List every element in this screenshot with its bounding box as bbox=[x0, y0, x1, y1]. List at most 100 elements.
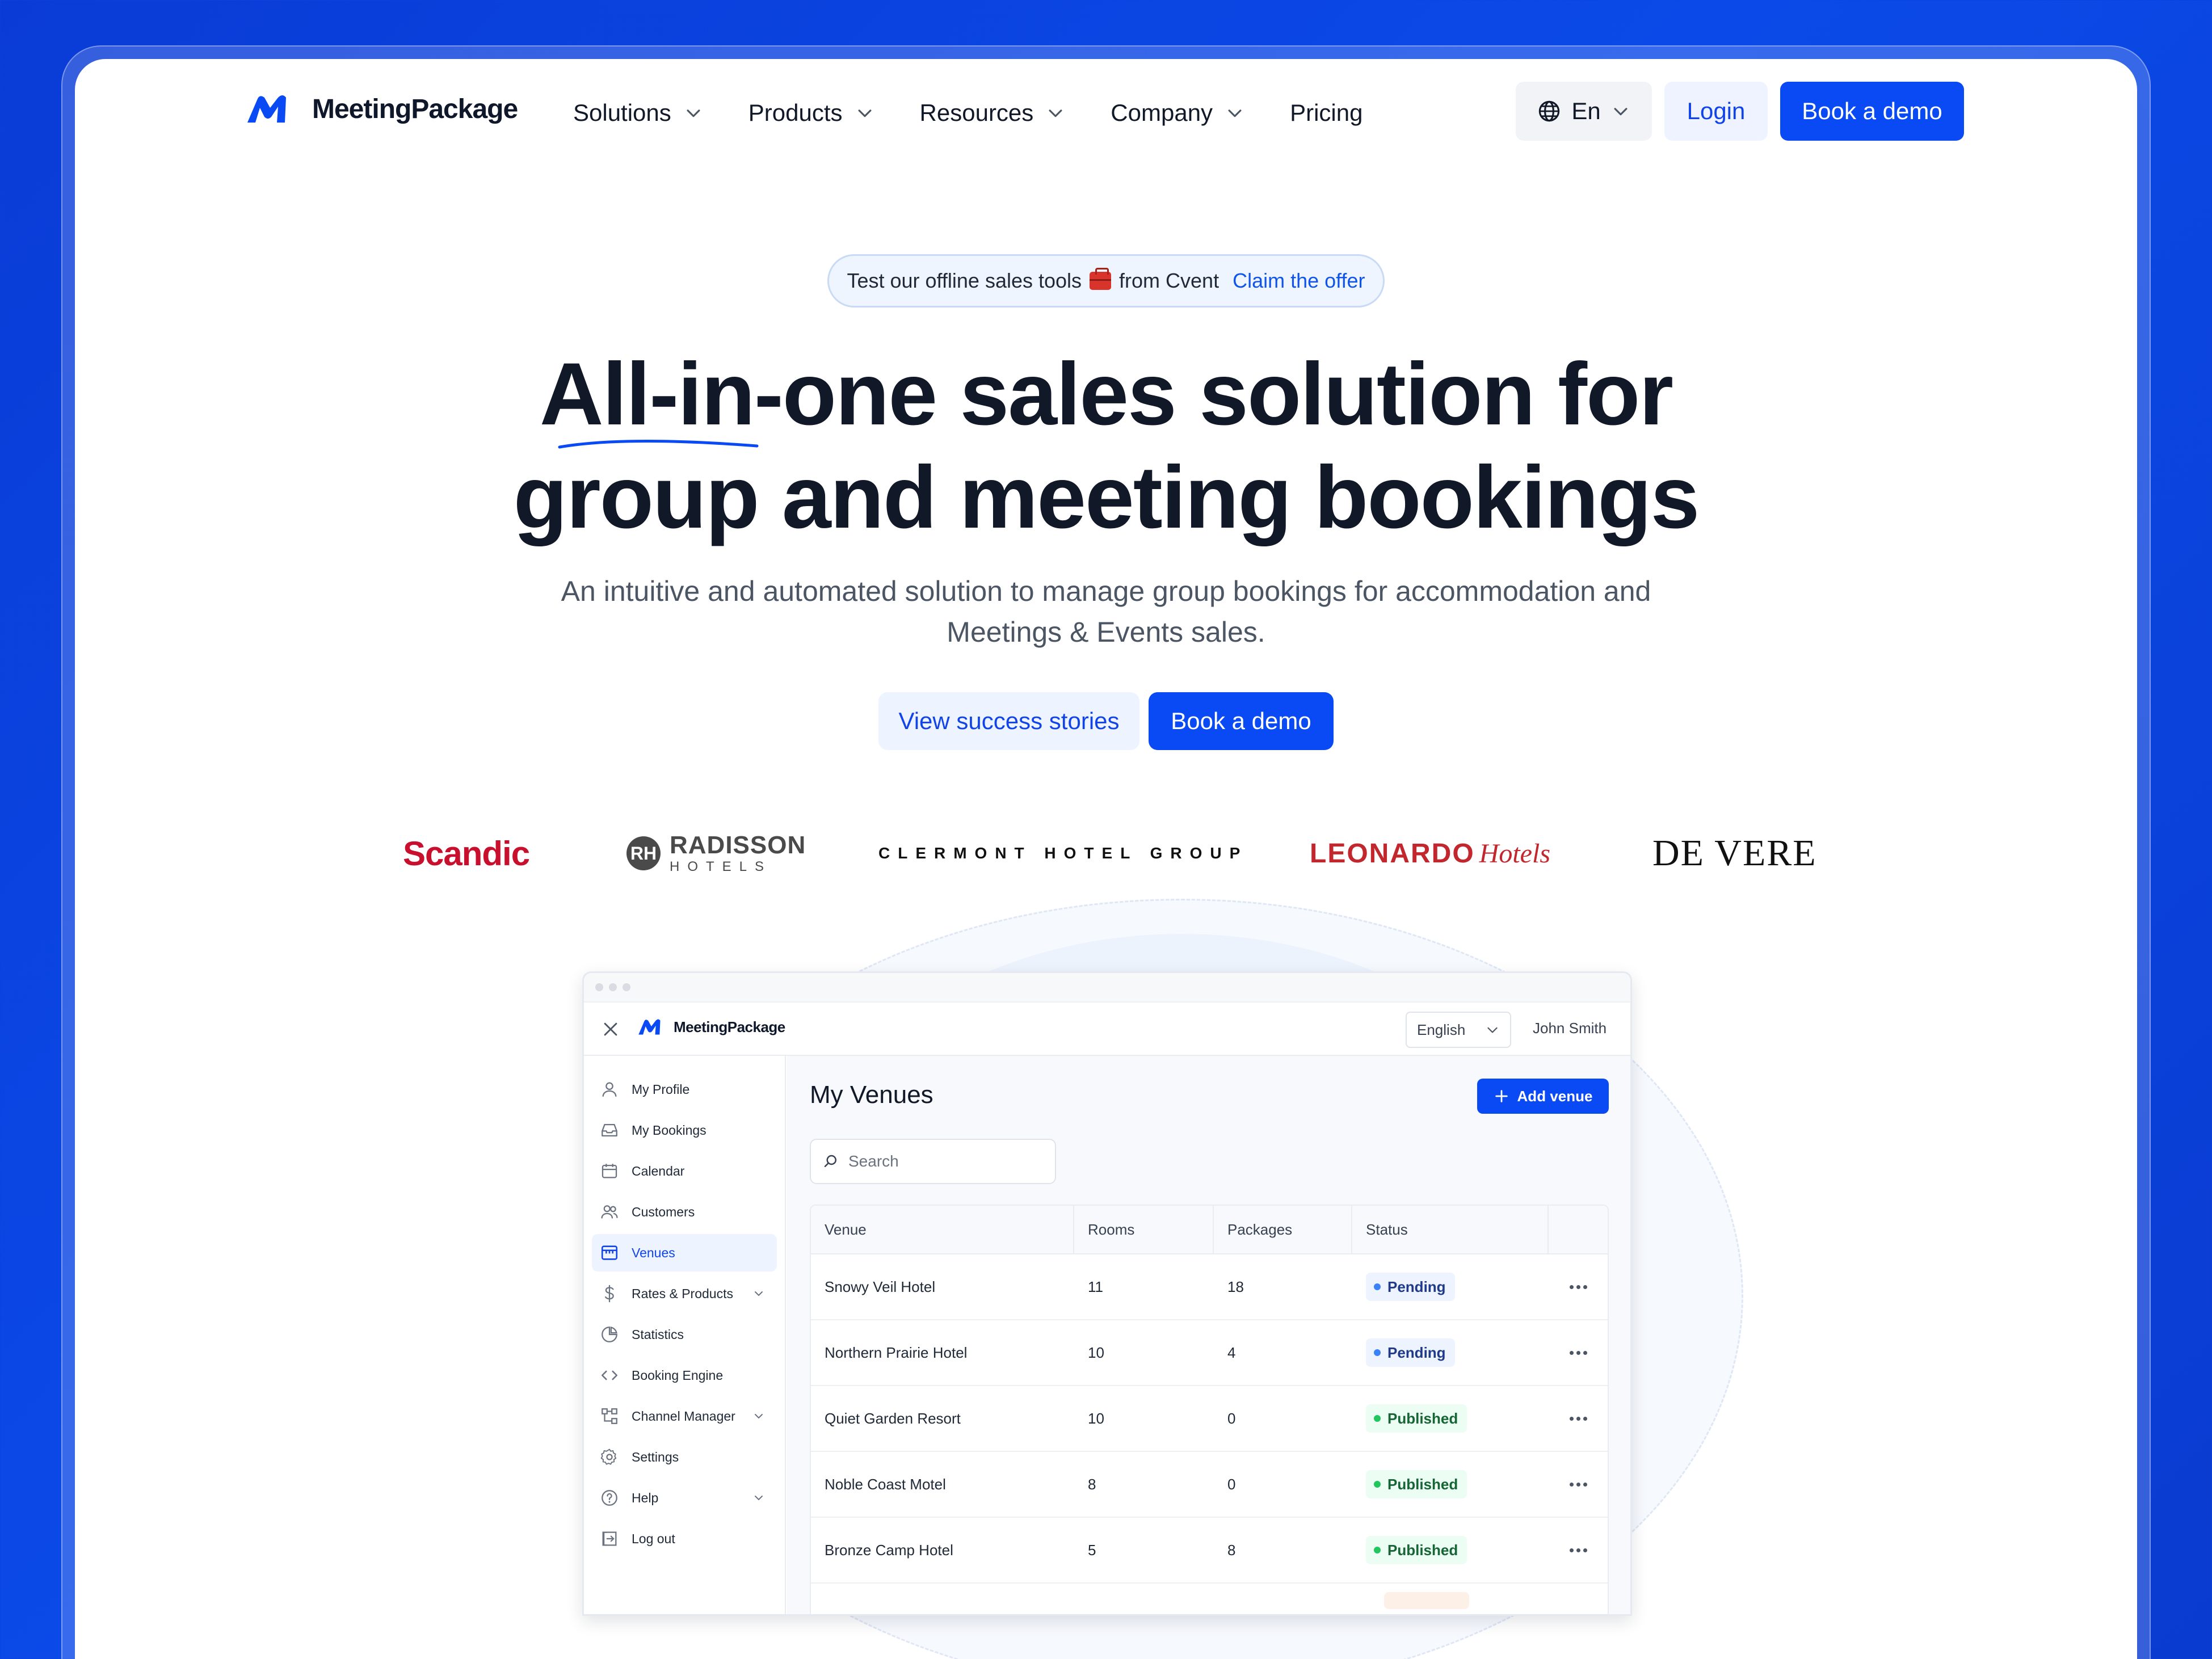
chevron-down-icon bbox=[1228, 110, 1242, 117]
login-button[interactable]: Login bbox=[1664, 82, 1768, 141]
venues-table: Venue Rooms Packages Status Snowy Veil H… bbox=[810, 1205, 1609, 1614]
add-venue-button[interactable]: Add venue bbox=[1477, 1079, 1609, 1114]
table-row[interactable]: Noble Coast Motel 8 0 Published bbox=[811, 1452, 1608, 1518]
top-nav: MeetingPackage Solutions Products Resour… bbox=[75, 59, 2137, 161]
sidebar-item-venues[interactable]: Venues bbox=[592, 1234, 777, 1271]
nav-company[interactable]: Company bbox=[1111, 94, 1244, 132]
column-header-packages[interactable]: Packages bbox=[1214, 1206, 1352, 1253]
brand-name: MeetingPackage bbox=[312, 94, 518, 124]
radisson-sub: HOTELS bbox=[670, 859, 772, 874]
chevron-down-icon bbox=[755, 1414, 763, 1419]
column-header-status[interactable]: Status bbox=[1352, 1206, 1549, 1253]
headline-line-1: All-in-one sales solution for bbox=[539, 345, 1673, 444]
table-row[interactable]: Bronze Camp Hotel 5 8 Published bbox=[811, 1518, 1608, 1584]
radisson-logo: RH RADISSON HOTELS bbox=[626, 814, 806, 893]
app-language-select[interactable]: English bbox=[1406, 1012, 1511, 1048]
cell-rooms: 10 bbox=[1088, 1409, 1104, 1427]
status-text: Published bbox=[1387, 1409, 1458, 1427]
window-dot bbox=[609, 983, 617, 991]
logo-mark-icon bbox=[247, 95, 286, 123]
promo-text-before: Test our offline sales tools bbox=[847, 269, 1082, 292]
clermont-logo: CLERMONT HOTEL GROUP bbox=[878, 844, 1248, 862]
client-logos: Scandic RH RADISSON HOTELS CLERMONT HOTE… bbox=[75, 814, 2137, 893]
leonardo-sub: Hotels bbox=[1479, 838, 1550, 869]
users-icon bbox=[601, 1205, 618, 1219]
sidebar-item-log-out[interactable]: Log out bbox=[592, 1520, 777, 1557]
hero-headline: All-in-one sales solution for group and … bbox=[75, 343, 2137, 549]
pie-chart-icon bbox=[602, 1327, 617, 1342]
claim-offer-link[interactable]: Claim the offer bbox=[1233, 269, 1365, 293]
column-header-venue[interactable]: Venue bbox=[811, 1206, 1074, 1253]
brand-logo[interactable]: MeetingPackage bbox=[245, 93, 518, 125]
sidebar-item-rates-products[interactable]: Rates & Products bbox=[592, 1275, 777, 1312]
book-demo-button[interactable]: Book a demo bbox=[1780, 82, 1964, 141]
nav-solutions[interactable]: Solutions bbox=[573, 94, 703, 132]
sidebar-item-settings[interactable]: Settings bbox=[592, 1438, 777, 1476]
search-icon bbox=[824, 1155, 836, 1167]
user-name[interactable]: John Smith bbox=[1533, 1020, 1607, 1037]
user-icon bbox=[602, 1082, 617, 1097]
more-options-icon[interactable] bbox=[1569, 1548, 1587, 1552]
nav-links: Solutions Products Resources Company Pri… bbox=[573, 94, 1408, 132]
status-badge: Published bbox=[1366, 1470, 1467, 1498]
help-icon bbox=[602, 1490, 617, 1506]
cell-rooms: 11 bbox=[1088, 1278, 1103, 1295]
logo-mark-icon bbox=[638, 1019, 661, 1035]
chevron-down-icon bbox=[858, 110, 872, 117]
language-selector[interactable]: En bbox=[1516, 82, 1652, 141]
nav-pricing[interactable]: Pricing bbox=[1290, 94, 1362, 132]
view-success-stories-button[interactable]: View success stories bbox=[878, 692, 1139, 750]
promo-text-after: from Cvent bbox=[1119, 269, 1219, 292]
sidebar-item-customers[interactable]: Customers bbox=[592, 1193, 777, 1231]
table-row[interactable]: Quiet Garden Resort 10 0 Published bbox=[811, 1386, 1608, 1452]
search-input[interactable]: Search bbox=[810, 1139, 1056, 1184]
status-text: Pending bbox=[1387, 1278, 1446, 1295]
sidebar-label: Statistics bbox=[632, 1327, 684, 1342]
sidebar-item-statistics[interactable]: Statistics bbox=[592, 1316, 777, 1353]
more-options-icon[interactable] bbox=[1569, 1285, 1587, 1289]
close-icon[interactable] bbox=[601, 1020, 620, 1039]
window-titlebar bbox=[584, 973, 1630, 1003]
app-preview: MeetingPackage English John Smith My Pro… bbox=[582, 971, 1632, 1616]
sidebar-item-my-profile[interactable]: My Profile bbox=[592, 1071, 777, 1108]
devere-logo: DE VERE bbox=[1652, 832, 1817, 874]
nav-pricing-label: Pricing bbox=[1290, 99, 1363, 126]
promo-banner[interactable]: Test our offline sales tools from Cvent … bbox=[827, 254, 1385, 308]
table-row[interactable]: Snowy Veil Hotel 11 18 Pending bbox=[811, 1254, 1608, 1320]
column-header-rooms[interactable]: Rooms bbox=[1074, 1206, 1214, 1253]
column-header-actions bbox=[1549, 1206, 1608, 1253]
sidebar-item-booking-engine[interactable]: Booking Engine bbox=[592, 1357, 777, 1394]
hero-cta-row: View success stories Book a demo bbox=[75, 692, 2137, 750]
inbox-icon bbox=[602, 1123, 617, 1137]
sidebar-item-my-bookings[interactable]: My Bookings bbox=[592, 1111, 777, 1149]
status-text: Published bbox=[1387, 1541, 1458, 1559]
logout-icon bbox=[602, 1531, 617, 1546]
table-header: Venue Rooms Packages Status bbox=[811, 1206, 1608, 1254]
app-main: My Venues Add venue Search Venue Rooms P… bbox=[787, 1056, 1630, 1614]
hero-subtext: An intuitive and automated solution to m… bbox=[561, 575, 1651, 648]
window-dot bbox=[595, 983, 603, 991]
status-badge: Published bbox=[1366, 1536, 1467, 1564]
app-logo: MeetingPackage bbox=[637, 1017, 785, 1037]
globe-icon bbox=[1539, 100, 1560, 122]
window-dot bbox=[623, 983, 630, 991]
calendar-icon bbox=[602, 1164, 617, 1178]
chevron-down-icon bbox=[755, 1291, 763, 1296]
hero-book-demo-button[interactable]: Book a demo bbox=[1149, 692, 1334, 750]
nav-resources[interactable]: Resources bbox=[920, 94, 1066, 132]
cell-packages: 0 bbox=[1227, 1475, 1236, 1493]
sidebar-label: Venues bbox=[632, 1245, 675, 1260]
sidebar-item-channel-manager[interactable]: Channel Manager bbox=[592, 1397, 777, 1435]
sidebar-item-calendar[interactable]: Calendar bbox=[592, 1152, 777, 1190]
more-options-icon[interactable] bbox=[1569, 1350, 1587, 1355]
app-header: MeetingPackage English John Smith bbox=[584, 1003, 1630, 1056]
store-icon bbox=[601, 1245, 618, 1260]
sidebar-item-help[interactable]: Help bbox=[592, 1479, 777, 1517]
nav-actions: En Login Book a demo bbox=[1516, 82, 1964, 141]
cell-rooms: 10 bbox=[1088, 1344, 1104, 1361]
table-row[interactable]: Northern Prairie Hotel 10 4 Pending bbox=[811, 1320, 1608, 1386]
more-options-icon[interactable] bbox=[1569, 1416, 1587, 1421]
nav-products[interactable]: Products bbox=[748, 94, 874, 132]
cell-venue: Northern Prairie Hotel bbox=[825, 1344, 968, 1361]
more-options-icon[interactable] bbox=[1569, 1482, 1587, 1487]
